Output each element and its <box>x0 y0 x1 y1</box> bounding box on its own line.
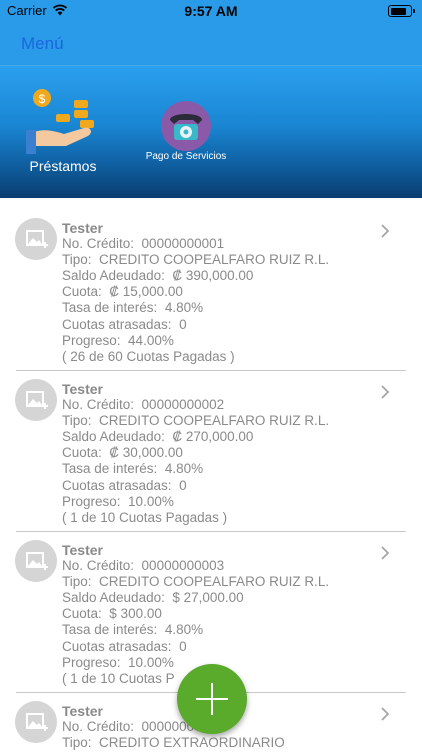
menu-button[interactable]: Menú <box>21 34 64 54</box>
chevron-right-icon <box>381 224 390 238</box>
chevron-right-icon <box>381 385 390 399</box>
loan-details: Tester No. Crédito: 00000000003 Tipo: CR… <box>62 542 329 687</box>
chevron-right-icon <box>381 707 390 721</box>
interest-rate-row: Tasa de interés: 4.80% <box>62 300 204 316</box>
balance-row: Saldo Adeudado: ₡ 390,000.00 <box>62 268 254 284</box>
chevron-right-icon <box>381 546 390 560</box>
credit-number-row: No. Crédito: 00000000001 <box>62 236 225 252</box>
navigation-bar: Menú <box>0 22 422 66</box>
status-bar: Carrier 9:57 AM <box>0 0 422 22</box>
credit-type-row: Tipo: CREDITO COOPEALFARO RUIZ R.L. <box>62 413 330 429</box>
image-placeholder-icon <box>15 701 57 743</box>
image-placeholder-icon <box>15 218 57 260</box>
loans-shortcut[interactable]: $ Préstamos <box>22 86 102 176</box>
credit-type-row: Tipo: CREDITO COOPEALFARO RUIZ R.L. <box>62 252 330 268</box>
interest-rate-row: Tasa de interés: 4.80% <box>62 622 204 638</box>
credit-type-row: Tipo: CREDITO EXTRAORDINARIO <box>62 735 285 751</box>
loan-owner-name: Tester <box>62 220 103 236</box>
add-loan-button[interactable] <box>177 664 247 734</box>
shortcut-banner: $ Préstamos Pago de Servicios <box>0 66 422 198</box>
credit-number-row: No. Crédito: 00000000003 <box>62 558 225 574</box>
loan-list-item[interactable]: Tester No. Crédito: 00000000002 Tipo: CR… <box>0 371 422 532</box>
telephone-icon <box>161 101 211 151</box>
credit-number-row: No. Crédito: 00000000002 <box>62 397 225 413</box>
late-fees-row: Cuotas atrasadas: 0 <box>62 316 187 332</box>
svg-text:$: $ <box>39 92 46 106</box>
loans-shortcut-label: Préstamos <box>29 158 97 174</box>
fee-row: Cuota: ₡ 15,000.00 <box>62 284 183 300</box>
loan-owner-name: Tester <box>62 542 103 558</box>
loan-list-item[interactable]: Tester No. Crédito: 00000000001 Tipo: CR… <box>0 210 422 371</box>
interest-rate-row: Tasa de interés: 4.80% <box>62 461 204 477</box>
fee-row: Cuota: ₡ 30,000.00 <box>62 445 183 461</box>
services-payment-shortcut[interactable]: Pago de Servicios <box>138 100 234 170</box>
loan-owner-name: Tester <box>62 703 103 719</box>
progress-row: Progreso: 10.00% <box>62 493 174 509</box>
loan-hand-coins-icon: $ <box>26 89 94 154</box>
image-placeholder-icon <box>15 540 57 582</box>
progress-row: Progreso: 44.00% <box>62 332 174 348</box>
loan-details: Tester No. Crédito: 000000000 Tipo: CRED… <box>62 703 285 751</box>
paid-fees-row: ( 26 de 60 Cuotas Pagadas ) <box>62 348 235 364</box>
image-placeholder-icon <box>15 379 57 421</box>
clock: 9:57 AM <box>184 3 238 19</box>
credit-number-row: No. Crédito: 000000000 <box>62 719 210 735</box>
balance-row: Saldo Adeudado: $ 27,000.00 <box>62 590 244 606</box>
credit-type-row: Tipo: CREDITO COOPEALFARO RUIZ R.L. <box>62 574 330 590</box>
fee-row: Cuota: $ 300.00 <box>62 606 162 622</box>
battery-icon <box>388 5 415 17</box>
paid-fees-row: ( 1 de 10 Cuotas Pagadas ) <box>62 509 228 525</box>
balance-row: Saldo Adeudado: ₡ 270,000.00 <box>62 429 254 445</box>
loan-details: Tester No. Crédito: 00000000002 Tipo: CR… <box>62 381 329 526</box>
late-fees-row: Cuotas atrasadas: 0 <box>62 477 187 493</box>
loan-details: Tester No. Crédito: 00000000001 Tipo: CR… <box>62 220 329 365</box>
services-payment-label: Pago de Servicios <box>145 151 227 162</box>
loan-owner-name: Tester <box>62 381 103 397</box>
late-fees-row: Cuotas atrasadas: 0 <box>62 638 187 654</box>
